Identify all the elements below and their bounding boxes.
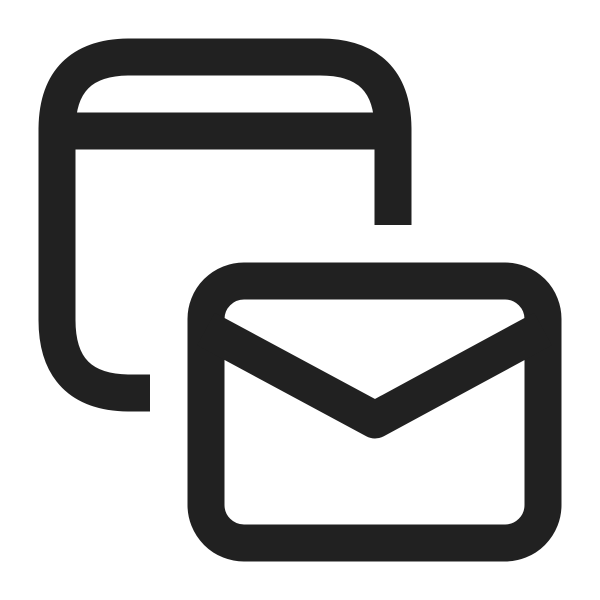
icon-canvas (0, 0, 600, 600)
envelope-flap-icon (197, 312, 552, 439)
calendar-mail-icon (38, 38, 562, 562)
